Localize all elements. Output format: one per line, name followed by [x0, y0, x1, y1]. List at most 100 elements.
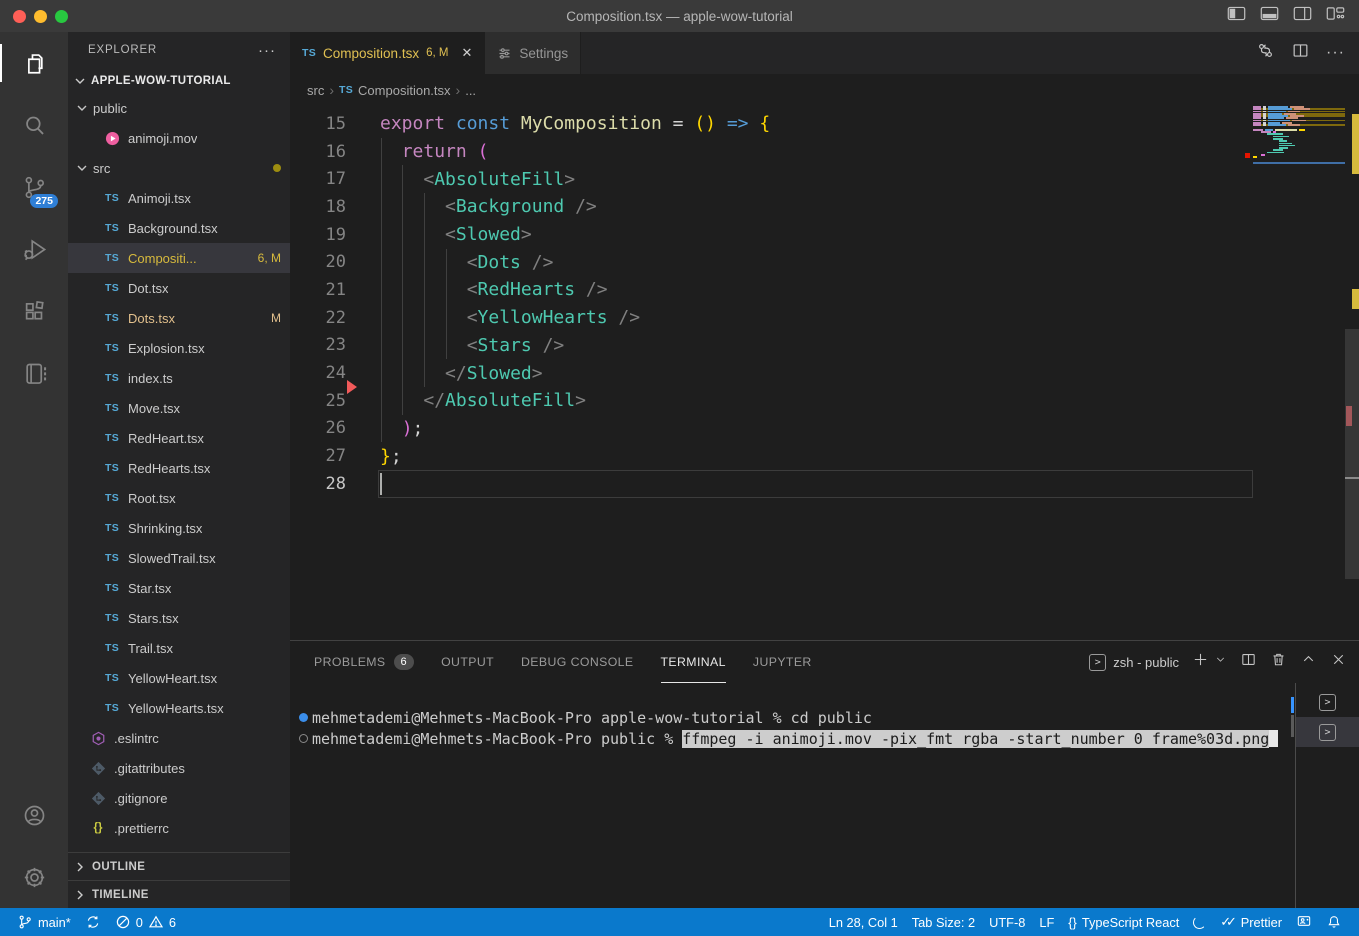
terminal[interactable]: mehmetademi@Mehmets-MacBook-Pro apple-wo… [290, 683, 1295, 908]
terminal-shell-selector[interactable]: >zsh - public [1089, 654, 1179, 671]
panel-tab-debug-console[interactable]: DEBUG CONSOLE [521, 641, 633, 683]
tree-item-compositi-[interactable]: TSCompositi...6, M [68, 243, 290, 273]
maximize-panel-chevron-icon[interactable] [1300, 651, 1317, 673]
new-terminal-icon[interactable] [1192, 651, 1209, 673]
feedback-button[interactable] [1289, 914, 1319, 930]
tab-settings[interactable]: Settings [485, 32, 581, 74]
tree-item--eslintrc[interactable]: .eslintrc [68, 723, 290, 753]
breadcrumb-folder[interactable]: src [307, 83, 324, 98]
tree-item-star-tsx[interactable]: TSStar.tsx [68, 573, 290, 603]
timeline-section[interactable]: TIMELINE [68, 880, 290, 908]
tree-item-package-lock-json[interactable]: {}package-lock.json [68, 843, 290, 852]
indentation-setting[interactable]: Tab Size: 2 [905, 915, 982, 930]
tree-item-shrinking-tsx[interactable]: TSShrinking.tsx [68, 513, 290, 543]
tree-item-redheart-tsx[interactable]: TSRedHeart.tsx [68, 423, 290, 453]
code-line-27[interactable]: 27}; [290, 442, 1359, 470]
explorer-icon[interactable] [0, 32, 68, 94]
close-tab-icon[interactable]: ✕ [461, 45, 472, 61]
background-task-spinner[interactable] [1186, 916, 1213, 929]
tree-item-dots-tsx[interactable]: TSDots.tsxM [68, 303, 290, 333]
outline-section[interactable]: OUTLINE [68, 852, 290, 880]
tree-item--prettierrc[interactable]: {}.prettierrc [68, 813, 290, 843]
code-line-22[interactable]: 22 <YellowHearts /> [290, 304, 1359, 332]
editor-more-actions-icon[interactable]: ··· [1326, 44, 1345, 62]
tree-item--gitattributes[interactable]: .gitattributes [68, 753, 290, 783]
tree-item-explosion-tsx[interactable]: TSExplosion.tsx [68, 333, 290, 363]
tree-item-slowedtrail-tsx[interactable]: TSSlowedTrail.tsx [68, 543, 290, 573]
zoom-window-button[interactable] [55, 10, 68, 23]
tab-composition-tsx[interactable]: TS Composition.tsx 6, M ✕ [290, 32, 485, 74]
split-editor-icon[interactable] [1291, 41, 1310, 65]
panel-tab-jupyter[interactable]: JUPYTER [753, 641, 812, 683]
tree-item-yellowheart-tsx[interactable]: TSYellowHeart.tsx [68, 663, 290, 693]
eol-setting[interactable]: LF [1032, 915, 1061, 930]
panel-tab-output[interactable]: OUTPUT [441, 641, 494, 683]
overview-ruler-scrollbar[interactable] [1345, 106, 1359, 640]
toggle-panel-icon[interactable] [1260, 6, 1279, 26]
code-line-19[interactable]: 19 <Slowed> [290, 221, 1359, 249]
tree-item-trail-tsx[interactable]: TSTrail.tsx [68, 633, 290, 663]
kill-terminal-trash-icon[interactable] [1270, 651, 1287, 673]
settings-gear-icon[interactable] [0, 846, 68, 908]
account-icon[interactable] [0, 784, 68, 846]
jupyter-notebook-icon[interactable] [0, 342, 68, 404]
split-terminal-icon[interactable] [1240, 651, 1257, 673]
code-line-17[interactable]: 17 <AbsoluteFill> [290, 165, 1359, 193]
tree-item--gitignore[interactable]: .gitignore [68, 783, 290, 813]
tree-item-move-tsx[interactable]: TSMove.tsx [68, 393, 290, 423]
customize-layout-icon[interactable] [1326, 6, 1345, 26]
tree-item-stars-tsx[interactable]: TSStars.tsx [68, 603, 290, 633]
minimize-window-button[interactable] [34, 10, 47, 23]
tree-item-redhearts-tsx[interactable]: TSRedHearts.tsx [68, 453, 290, 483]
code-line-16[interactable]: 16 return ( [290, 138, 1359, 166]
language-mode[interactable]: {} TypeScript React [1061, 915, 1186, 930]
tree-item-root-tsx[interactable]: TSRoot.tsx [68, 483, 290, 513]
notifications-bell[interactable] [1319, 914, 1349, 930]
run-debug-icon[interactable] [0, 218, 68, 280]
panel-tab-terminal[interactable]: TERMINAL [661, 641, 726, 683]
ts-file-icon: TS [102, 192, 122, 204]
code-line-28[interactable]: 28 [290, 470, 1359, 498]
tree-item-background-tsx[interactable]: TSBackground.tsx [68, 213, 290, 243]
tree-item-public[interactable]: public [68, 93, 290, 123]
open-changes-icon[interactable] [1256, 41, 1275, 65]
code-line-21[interactable]: 21 <RedHearts /> [290, 276, 1359, 304]
tree-item-animoji-mov[interactable]: animoji.mov [68, 123, 290, 153]
source-control-icon[interactable]: 275 [0, 156, 68, 218]
close-panel-icon[interactable] [1330, 651, 1347, 673]
close-window-button[interactable] [13, 10, 26, 23]
extensions-icon[interactable] [0, 280, 68, 342]
terminal-instance-item-active[interactable]: > [1296, 717, 1359, 747]
tree-item-animoji-tsx[interactable]: TSAnimoji.tsx [68, 183, 290, 213]
code-line-15[interactable]: 15export const MyComposition = () => { [290, 110, 1359, 138]
git-branch-status[interactable]: main* [10, 908, 78, 936]
breadcrumb-file[interactable]: Composition.tsx [358, 83, 450, 98]
toggle-secondary-sidebar-icon[interactable] [1293, 6, 1312, 26]
problems-status[interactable]: 0 6 [108, 908, 183, 936]
code-editor[interactable]: 15export const MyComposition = () => {16… [290, 106, 1359, 640]
toggle-primary-sidebar-icon[interactable] [1227, 6, 1246, 26]
code-line-25[interactable]: 25 </AbsoluteFill> [290, 387, 1359, 415]
code-line-26[interactable]: 26 ); [290, 415, 1359, 443]
code-line-24[interactable]: 24 </Slowed> [290, 359, 1359, 387]
formatter-status[interactable]: ✓✓ Prettier [1213, 914, 1289, 930]
code-line-23[interactable]: 23 <Stars /> [290, 332, 1359, 360]
sync-changes-button[interactable] [78, 908, 108, 936]
code-line-18[interactable]: 18 <Background /> [290, 193, 1359, 221]
terminal-dropdown-chevron-icon[interactable] [1214, 653, 1227, 671]
tree-item-index-ts[interactable]: TSindex.ts [68, 363, 290, 393]
tree-item-src[interactable]: src [68, 153, 290, 183]
cursor-position[interactable]: Ln 28, Col 1 [822, 915, 905, 930]
tree-item-dot-tsx[interactable]: TSDot.tsx [68, 273, 290, 303]
chevron-right-icon [72, 859, 88, 875]
panel-tab-problems[interactable]: PROBLEMS6 [314, 641, 414, 683]
terminal-instance-item[interactable]: > [1296, 687, 1359, 717]
project-root-folder[interactable]: APPLE-WOW-TUTORIAL [68, 68, 290, 93]
minimap[interactable] [1253, 106, 1345, 640]
explorer-more-actions-icon[interactable]: ··· [258, 42, 276, 59]
tree-item-yellowhearts-tsx[interactable]: TSYellowHearts.tsx [68, 693, 290, 723]
code-line-20[interactable]: 20 <Dots /> [290, 248, 1359, 276]
breadcrumb-symbol[interactable]: ... [465, 83, 476, 98]
encoding-setting[interactable]: UTF-8 [982, 915, 1032, 930]
search-icon[interactable] [0, 94, 68, 156]
